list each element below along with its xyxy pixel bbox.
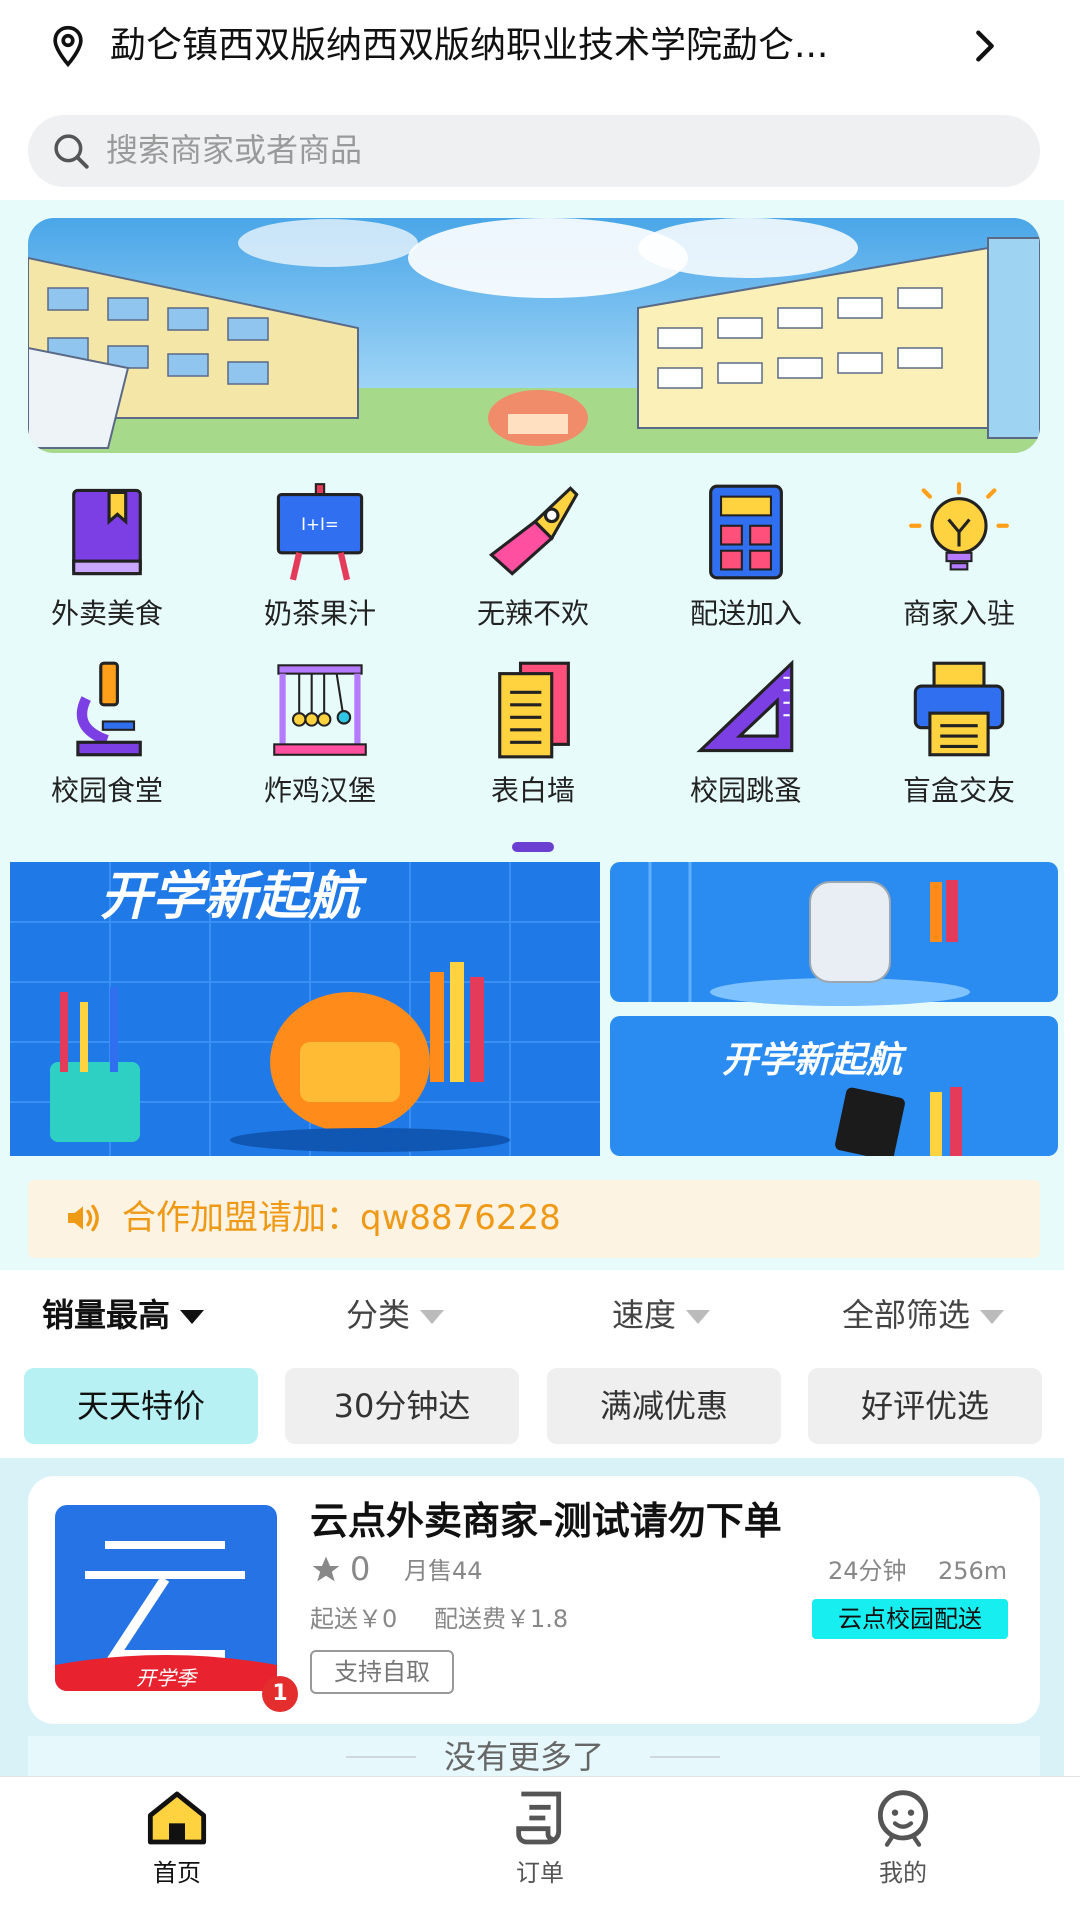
sort-sales[interactable]: 销量最高 <box>42 1290 205 1340</box>
sort-label: 销量最高 <box>42 1296 171 1334</box>
category-fried-chicken[interactable]: 炸鸡汉堡 <box>220 657 420 827</box>
pickup-tag: 支持自取 <box>310 1650 454 1694</box>
category-confession-wall[interactable]: 表白墙 <box>433 657 633 827</box>
sort-label: 分类 <box>346 1296 411 1334</box>
page-indicator <box>512 842 554 852</box>
dropdown-arrow-icon <box>686 1310 711 1324</box>
category-label: 无辣不欢 <box>476 597 589 630</box>
min-order: 起送￥0 <box>310 1605 398 1633</box>
profile-icon <box>877 1790 929 1847</box>
book-icon <box>72 488 142 576</box>
promo-illustration: 开学新起航 开学新起航 <box>10 862 1058 1156</box>
dropdown-arrow-icon <box>980 1310 1005 1324</box>
category-label: 盲盒交友 <box>902 774 1015 807</box>
service-tag: 云点校园配送 <box>812 1599 1008 1639</box>
shop-sales: 月售44 <box>404 1557 483 1585</box>
shop-distance: 256m <box>938 1557 1008 1585</box>
promo-title: 开学新起航 <box>100 868 368 926</box>
delivery-time: 24分钟 <box>828 1557 907 1585</box>
promo-banners[interactable]: 开学新起航 开学新起航 <box>10 862 1058 1156</box>
shop-logo[interactable]: 开学季 <box>55 1505 277 1691</box>
star-icon <box>312 1556 340 1582</box>
location-pin-icon <box>53 25 83 68</box>
category-label: 炸鸡汉堡 <box>263 774 376 807</box>
category-takeout-food[interactable]: 外卖美食 <box>7 480 207 650</box>
delivery-fee: 配送费￥1.8 <box>434 1605 569 1633</box>
light-bulb-icon <box>909 482 1009 571</box>
chip-discount[interactable]: 满减优惠 <box>547 1368 781 1444</box>
order-icon <box>516 1791 562 1845</box>
home-icon <box>147 1791 207 1845</box>
calculator-icon <box>709 484 783 580</box>
chip-30min[interactable]: 30分钟达 <box>285 1368 519 1444</box>
logo-text: 开学季 <box>136 1666 199 1690</box>
notice-text: 合作加盟请加：qw8876228 <box>122 1198 561 1238</box>
tab-label: 订单 <box>516 1859 564 1887</box>
tab-profile[interactable]: 我的 <box>823 1786 983 1890</box>
tab-home[interactable]: 首页 <box>97 1786 257 1890</box>
category-label: 奶茶果汁 <box>263 597 376 630</box>
printer-icon <box>913 661 1005 757</box>
sort-filter-all[interactable]: 全部筛选 <box>842 1290 1005 1340</box>
sort-category[interactable]: 分类 <box>346 1290 445 1340</box>
pen-nib-icon <box>488 486 579 576</box>
sort-speed[interactable]: 速度 <box>612 1290 711 1340</box>
tab-orders[interactable]: 订单 <box>460 1786 620 1890</box>
category-label: 表白墙 <box>490 774 575 807</box>
search-placeholder[interactable]: 搜索商家或者商品 <box>106 124 362 176</box>
tab-label: 首页 <box>153 1859 201 1887</box>
category-spicy[interactable]: 无辣不欢 <box>433 480 633 650</box>
category-label: 商家入驻 <box>902 597 1015 630</box>
chevron-right-icon[interactable] <box>965 24 1005 68</box>
speaker-icon <box>68 1204 99 1232</box>
sort-label: 全部筛选 <box>842 1296 971 1334</box>
shop-name[interactable]: 云点外卖商家-测试请勿下单 <box>310 1494 782 1548</box>
svg-text:I+I=: I+I= <box>301 515 339 534</box>
category-delivery-join[interactable]: 配送加入 <box>646 480 846 650</box>
category-label: 外卖美食 <box>50 597 163 630</box>
tab-label: 我的 <box>879 1859 927 1887</box>
shop-rating: 0 <box>350 1550 371 1588</box>
notes-icon <box>498 661 570 759</box>
shop-logo-image: 开学季 <box>55 1505 277 1691</box>
divider <box>650 1756 720 1758</box>
category-merchant-join[interactable]: 商家入驻 <box>859 480 1059 650</box>
search-icon <box>54 134 89 169</box>
category-blind-box[interactable]: 盲盒交友 <box>859 657 1059 827</box>
cart-count-badge: 1 <box>262 1676 298 1712</box>
easel-icon: I+I= <box>276 483 364 581</box>
category-canteen[interactable]: 校园食堂 <box>7 657 207 827</box>
chip-daily-deals[interactable]: 天天特价 <box>24 1368 258 1444</box>
list-end-text: 没有更多了 <box>444 1738 605 1776</box>
chip-top-rated[interactable]: 好评优选 <box>808 1368 1042 1444</box>
category-flea-market[interactable]: 校园跳蚤 <box>646 657 846 827</box>
dropdown-arrow-icon <box>180 1310 205 1324</box>
location-text[interactable]: 勐仑镇西双版纳西双版纳职业技术学院勐仑... <box>110 20 950 72</box>
hero-banner[interactable] <box>28 218 1040 453</box>
set-square-icon <box>696 659 794 753</box>
sort-label: 速度 <box>612 1296 677 1334</box>
category-milk-tea[interactable]: I+I= 奶茶果汁 <box>220 480 420 650</box>
newtons-cradle-icon <box>273 664 367 756</box>
dropdown-arrow-icon <box>420 1310 445 1324</box>
promo-side-title: 开学新起航 <box>722 1039 907 1080</box>
divider <box>346 1756 416 1758</box>
microscope-icon <box>76 661 142 757</box>
school-illustration <box>28 218 1040 453</box>
category-label: 校园食堂 <box>50 774 163 807</box>
category-label: 配送加入 <box>689 597 802 630</box>
category-label: 校园跳蚤 <box>689 774 802 807</box>
